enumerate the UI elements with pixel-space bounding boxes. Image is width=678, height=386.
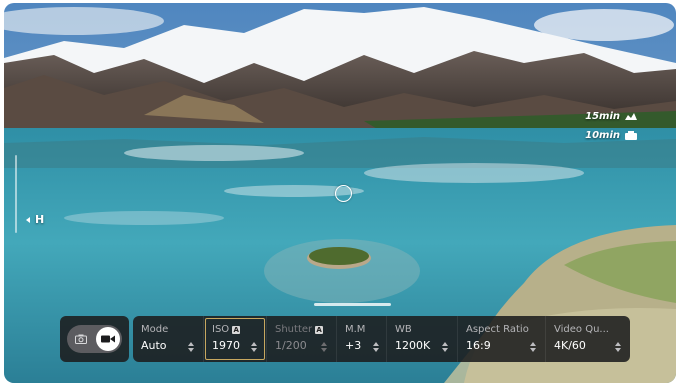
param-aspect-ratio[interactable]: Aspect Ratio 16:9 (458, 316, 546, 362)
up-down-arrows-icon (188, 342, 194, 352)
param-iso-label-row: ISO A (212, 324, 266, 335)
up-down-arrows-icon (321, 342, 327, 352)
controller-battery-icon (625, 130, 637, 140)
camera-viewfinder[interactable]: 15min 10min H Mode Auto ISO A 1970 Shutt… (4, 3, 676, 383)
param-aspect-ratio-label: Aspect Ratio (466, 324, 529, 335)
up-down-arrows-icon (615, 342, 621, 352)
param-mm-value: +3 (345, 339, 362, 352)
param-shutter[interactable]: Shutter A 1/200 (267, 316, 337, 362)
param-iso[interactable]: ISO A 1970 (204, 316, 267, 362)
param-mm-label: M.M (345, 324, 366, 335)
video-camera-icon (101, 335, 115, 343)
param-wb[interactable]: WB 1200K (387, 316, 458, 362)
param-mm[interactable]: M.M +3 (337, 316, 387, 362)
auto-badge-icon: A (232, 325, 241, 334)
capture-mode-toggle[interactable] (67, 325, 122, 353)
focus-point[interactable] (335, 185, 352, 202)
camera-battery-icon (625, 112, 637, 120)
param-wb-label: WB (395, 324, 412, 335)
camera-parameters-panel: Mode Auto ISO A 1970 Shutter A 1/200 M.M… (133, 316, 630, 362)
param-video-quality[interactable]: Video Qu... 4K/60 (546, 316, 630, 362)
up-down-arrows-icon (251, 342, 257, 352)
param-iso-label: ISO (212, 324, 230, 335)
param-video-quality-label: Video Qu... (554, 324, 609, 335)
capture-mode-panel (60, 316, 129, 362)
up-down-arrows-icon (442, 342, 448, 352)
panel-drag-handle[interactable] (314, 303, 391, 306)
param-shutter-label: Shutter (275, 324, 313, 335)
controller-battery-time: 10min (585, 130, 620, 141)
param-mode[interactable]: Mode Auto (133, 316, 204, 362)
param-mode-label: Mode (141, 324, 169, 335)
camera-icon (75, 334, 87, 344)
up-down-arrows-icon (530, 342, 536, 352)
param-shutter-label-row: Shutter A (275, 324, 336, 335)
gimbal-pitch-slider[interactable] (15, 155, 17, 233)
gimbal-indicator: H (26, 213, 44, 226)
controller-battery-indicator: 10min (585, 130, 638, 141)
auto-badge-icon: A (315, 325, 324, 334)
param-iso-value: 1970 (212, 339, 240, 352)
photo-mode-button[interactable] (71, 329, 91, 349)
caret-left-icon (26, 216, 30, 223)
aircraft-battery-indicator: 15min (585, 111, 638, 122)
up-down-arrows-icon (373, 342, 379, 352)
aircraft-battery-time: 15min (585, 111, 620, 122)
video-mode-button[interactable] (96, 327, 120, 351)
gimbal-label: H (35, 213, 45, 226)
